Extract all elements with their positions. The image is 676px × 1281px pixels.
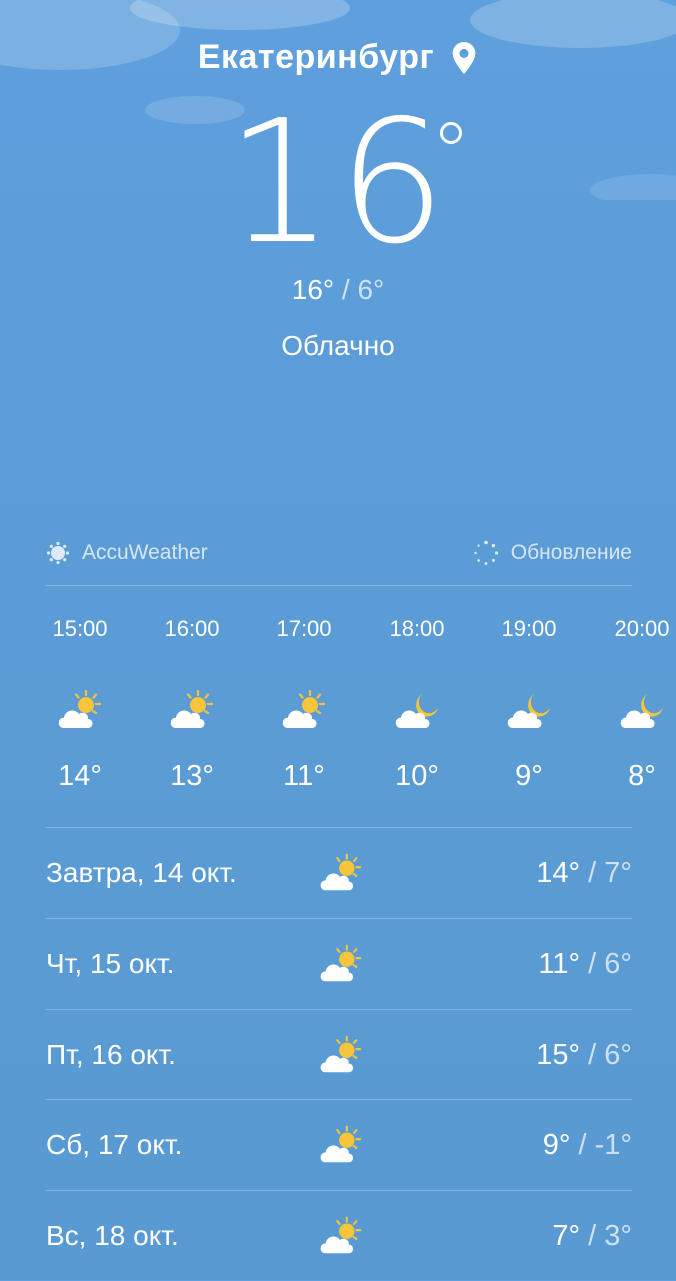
city-name[interactable]: Екатеринбург xyxy=(198,38,434,77)
update-label: Обновление xyxy=(510,541,632,564)
day-temps: 15° / 6° xyxy=(536,1038,632,1071)
hour-temp: 11° xyxy=(283,760,325,792)
day-temps: 11° / 6° xyxy=(538,947,632,980)
partly-cloudy-day-icon xyxy=(168,688,218,732)
partly-cloudy-day-icon xyxy=(280,688,330,732)
today-low: 6° xyxy=(357,274,385,305)
day-label: Завтра, 14 окт. xyxy=(46,857,237,888)
location-pin-icon[interactable] xyxy=(450,41,478,75)
accuweather-sun-icon xyxy=(46,541,70,565)
hourly-item: 17:00 11° xyxy=(244,616,364,792)
day-high: 14° xyxy=(536,856,581,889)
partly-cloudy-day-icon xyxy=(318,1213,366,1259)
day-low: -1° xyxy=(594,1128,632,1161)
day-high: 9° xyxy=(542,1128,571,1161)
partly-cloudy-day-icon xyxy=(318,1122,366,1168)
partly-cloudy-day-icon xyxy=(318,1032,366,1078)
update-button[interactable]: Обновление xyxy=(473,540,632,566)
daily-row[interactable]: Чт, 15 окт. 11° / 6° xyxy=(46,919,632,1009)
day-label: Пт, 16 окт. xyxy=(46,1039,176,1070)
daily-row[interactable]: Вс, 18 окт. 7° / 3° xyxy=(46,1191,632,1281)
current-condition: Облачно xyxy=(281,330,395,361)
hour-time: 20:00 xyxy=(614,616,670,641)
hour-time: 16:00 xyxy=(164,616,220,641)
daily-row[interactable]: Завтра, 14 окт. 14° / 7° xyxy=(46,828,632,918)
day-high: 11° xyxy=(538,947,581,980)
today-separator: / xyxy=(334,274,358,305)
hourly-item: 16:00 13° xyxy=(132,616,252,792)
hour-time: 19:00 xyxy=(501,616,557,641)
provider-link[interactable]: AccuWeather xyxy=(46,541,208,565)
current-temperature: 16 xyxy=(0,98,676,268)
day-label: Сб, 17 окт. xyxy=(46,1129,183,1160)
partly-cloudy-day-icon xyxy=(318,850,366,896)
day-low: 7° xyxy=(604,856,632,889)
daily-row[interactable]: Сб, 17 окт. 9° / -1° xyxy=(46,1100,632,1190)
day-temps: 14° / 7° xyxy=(536,856,632,889)
partly-cloudy-night-icon xyxy=(393,688,443,732)
location-header: Екатеринбург xyxy=(0,38,676,77)
hour-time: 18:00 xyxy=(389,616,445,641)
degree-symbol xyxy=(440,122,462,144)
divider xyxy=(46,585,632,586)
hourly-item: 18:00 10° xyxy=(357,616,477,792)
day-label: Вс, 18 окт. xyxy=(46,1220,179,1251)
day-temps: 7° / 3° xyxy=(552,1219,632,1252)
hour-temp: 9° xyxy=(515,760,543,792)
hourly-item: 19:00 9° xyxy=(469,616,589,792)
partly-cloudy-night-icon xyxy=(505,688,555,732)
day-high: 7° xyxy=(552,1219,581,1252)
hour-time: 17:00 xyxy=(276,616,332,641)
partly-cloudy-day-icon xyxy=(56,688,106,732)
day-temps: 9° / -1° xyxy=(542,1128,632,1161)
partly-cloudy-night-icon xyxy=(618,688,668,732)
day-low: 6° xyxy=(604,947,632,980)
refresh-spinner-icon xyxy=(474,540,498,565)
hourly-item: 15:00 14° xyxy=(20,616,140,792)
current-temperature-value: 16 xyxy=(225,84,451,282)
hour-temp: 14° xyxy=(58,760,102,792)
day-low: 6° xyxy=(604,1038,632,1071)
today-high: 16° xyxy=(291,274,335,305)
hourly-item: 20:00 8° xyxy=(582,616,676,792)
hour-temp: 13° xyxy=(170,760,214,792)
today-high-low: 16° / 6° xyxy=(0,274,676,306)
day-low: 3° xyxy=(604,1219,632,1252)
hour-temp: 8° xyxy=(628,760,656,792)
partly-cloudy-day-icon xyxy=(318,941,366,987)
hour-time: 15:00 xyxy=(52,616,108,641)
day-high: 15° xyxy=(536,1038,581,1071)
source-row: AccuWeather Обновление xyxy=(46,540,632,566)
hour-temp: 10° xyxy=(395,760,439,792)
provider-name: AccuWeather xyxy=(82,541,208,564)
day-label: Чт, 15 окт. xyxy=(46,948,175,979)
hourly-forecast[interactable]: 15:00 14° 16:00 13° 17:00 11° 18:00 10° … xyxy=(20,616,676,806)
daily-row[interactable]: Пт, 16 окт. 15° / 6° xyxy=(46,1010,632,1100)
